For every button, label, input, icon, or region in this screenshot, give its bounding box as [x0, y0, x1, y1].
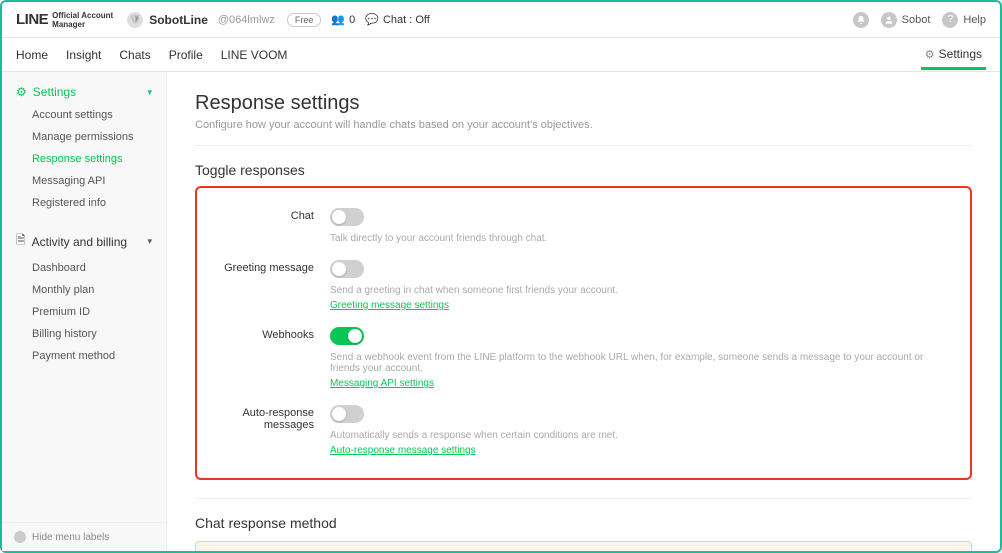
followers-icon: 👥	[331, 13, 345, 26]
chat-icon: 💬	[365, 13, 379, 26]
page-title: Response settings	[195, 92, 972, 115]
section-toggle-responses-title: Toggle responses	[195, 162, 972, 178]
toggle-webhooks-label: Webhooks	[215, 327, 330, 389]
followers-count: 0	[349, 14, 355, 26]
toggle-row-autoresponse: Auto-response messages Automatically sen…	[215, 397, 952, 464]
toggle-responses-box: Chat Talk directly to your account frien…	[195, 186, 972, 480]
chat-enabled-warning: Requires "Chat" to be enabled	[195, 541, 972, 551]
tab-home[interactable]: Home	[16, 40, 48, 70]
sidebar-settings-header[interactable]: ⚙ Settings ▾	[2, 80, 166, 104]
tab-settings[interactable]: ⚙ Settings	[921, 39, 986, 70]
chat-status[interactable]: 💬 Chat : Off	[365, 13, 430, 26]
section-chat-method-title: Chat response method	[195, 515, 972, 531]
user-avatar-icon	[881, 12, 897, 28]
header-help[interactable]: ? Help	[942, 12, 986, 28]
tab-voom[interactable]: LINE VOOM	[221, 40, 288, 70]
sidebar-item-account-settings[interactable]: Account settings	[2, 104, 166, 126]
logo-subtitle: Official Account Manager	[52, 11, 113, 29]
chevron-down-icon: ▾	[147, 236, 152, 247]
nav-row: Home Insight Chats Profile LINE VOOM ⚙ S…	[2, 38, 1000, 72]
plan-badge: Free	[287, 13, 322, 27]
toggle-chat-switch[interactable]	[330, 208, 364, 226]
sidebar-item-messaging-api[interactable]: Messaging API	[2, 170, 166, 192]
sidebar-item-payment-method[interactable]: Payment method	[2, 345, 166, 367]
bell-icon[interactable]	[853, 12, 869, 28]
sidebar-item-billing-history[interactable]: Billing history	[2, 323, 166, 345]
autoresponse-settings-link[interactable]: Auto-response message settings	[330, 445, 476, 456]
chevron-down-icon: ▾	[147, 87, 152, 98]
followers-stat[interactable]: 👥 0	[331, 13, 355, 26]
toggle-autoresponse-switch[interactable]	[330, 405, 364, 423]
tab-profile[interactable]: Profile	[169, 40, 203, 70]
toggle-row-greeting: Greeting message Send a greeting in chat…	[215, 252, 952, 319]
sidebar-activity-header[interactable]: 🗎 Activity and billing ▾	[2, 226, 166, 257]
top-header: LINE Official Account Manager SobotLine …	[2, 2, 1000, 38]
sidebar: ⚙ Settings ▾ Account settings Manage per…	[2, 72, 167, 551]
gear-icon: ⚙	[16, 85, 27, 99]
hide-labels-text: Hide menu labels	[32, 532, 109, 543]
shield-icon	[127, 12, 143, 28]
toggle-autoresponse-desc: Automatically sends a response when cert…	[330, 430, 952, 441]
messaging-api-settings-link[interactable]: Messaging API settings	[330, 378, 434, 389]
account-chip[interactable]: SobotLine @064lmlwz Free	[127, 12, 321, 28]
brand-logo[interactable]: LINE Official Account Manager	[16, 11, 113, 29]
sidebar-hide-labels[interactable]: Hide menu labels	[2, 522, 166, 551]
sidebar-item-response-settings[interactable]: Response settings	[2, 148, 166, 170]
toggle-row-chat: Chat Talk directly to your account frien…	[215, 200, 952, 252]
logo-line-text: LINE	[16, 11, 48, 28]
billing-icon: 🗎	[16, 231, 26, 252]
collapse-icon	[14, 531, 26, 543]
sidebar-item-registered-info[interactable]: Registered info	[2, 192, 166, 214]
toggle-chat-desc: Talk directly to your account friends th…	[330, 233, 952, 244]
tab-insight[interactable]: Insight	[66, 40, 101, 70]
toggle-row-webhooks: Webhooks Send a webhook event from the L…	[215, 319, 952, 397]
content-area: Response settings Configure how your acc…	[167, 72, 1000, 551]
toggle-chat-label: Chat	[215, 208, 330, 244]
sidebar-activity-label: Activity and billing	[32, 235, 127, 249]
sidebar-item-premium-id[interactable]: Premium ID	[2, 301, 166, 323]
help-icon: ?	[942, 12, 958, 28]
page-description: Configure how your account will handle c…	[195, 119, 972, 146]
sidebar-item-dashboard[interactable]: Dashboard	[2, 257, 166, 279]
sidebar-settings-label: Settings	[33, 85, 76, 99]
greeting-settings-link[interactable]: Greeting message settings	[330, 300, 449, 311]
chat-status-text: Chat : Off	[383, 14, 430, 26]
toggle-webhooks-switch[interactable]	[330, 327, 364, 345]
toggle-webhooks-desc: Send a webhook event from the LINE platf…	[330, 352, 952, 374]
toggle-greeting-desc: Send a greeting in chat when someone fir…	[330, 285, 952, 296]
header-user-name: Sobot	[902, 14, 931, 26]
tab-settings-label: Settings	[939, 47, 982, 61]
gear-icon: ⚙	[925, 48, 935, 61]
toggle-greeting-label: Greeting message	[215, 260, 330, 311]
toggle-autoresponse-label: Auto-response messages	[215, 405, 330, 456]
sidebar-item-manage-permissions[interactable]: Manage permissions	[2, 126, 166, 148]
account-id: @064lmlwz	[218, 14, 275, 26]
header-user[interactable]: Sobot	[881, 12, 931, 28]
header-help-text: Help	[963, 14, 986, 26]
tab-chats[interactable]: Chats	[119, 40, 150, 70]
sidebar-item-monthly-plan[interactable]: Monthly plan	[2, 279, 166, 301]
toggle-greeting-switch[interactable]	[330, 260, 364, 278]
account-name: SobotLine	[149, 13, 208, 27]
divider	[195, 498, 972, 499]
